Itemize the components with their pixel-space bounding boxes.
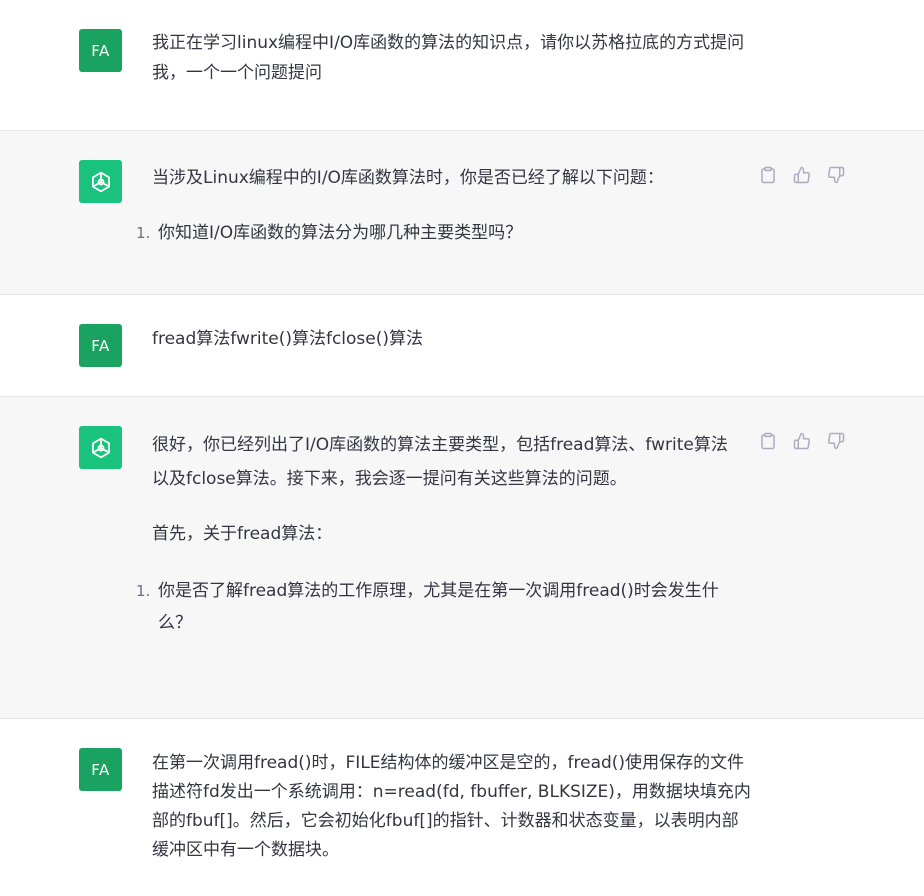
message-text: 我正在学习linux编程中I/O库函数的算法的知识点，请你以苏格拉底的方式提问我… [152, 28, 752, 88]
list-item: 1. 你知道I/O库函数的算法分为哪几种主要类型吗？ [136, 219, 744, 248]
message-actions [756, 429, 848, 453]
clipboard-icon[interactable] [756, 429, 780, 453]
openai-logo-icon [91, 171, 110, 192]
message-text: 在第一次调用fread()时，FILE结构体的缓冲区是空的，fread()使用保… [152, 749, 752, 865]
list-number: 1. [136, 582, 151, 600]
avatar: FA [79, 324, 122, 367]
message-paragraph: 我正在学习linux编程中I/O库函数的算法的知识点，请你以苏格拉底的方式提问我… [152, 33, 745, 83]
message-assistant-1: 当涉及Linux编程中的I/O库函数算法时，你是否已经了解以下问题： 1. 你知… [0, 131, 924, 295]
openai-logo-icon [91, 437, 110, 458]
message-user-1: FA 我正在学习linux编程中I/O库函数的算法的知识点，请你以苏格拉底的方式… [0, 0, 924, 131]
avatar-initials: FA [91, 760, 110, 779]
avatar [79, 426, 122, 469]
list-text: 你是否了解fread算法的工作原理，尤其是在第一次调用fread()时会发生什么… [158, 581, 719, 633]
message-list: 1. 你是否了解fread算法的工作原理，尤其是在第一次调用fread()时会发… [136, 575, 744, 639]
message-text: 当涉及Linux编程中的I/O库函数算法时，你是否已经了解以下问题： 1. 你知… [136, 164, 744, 248]
message-actions [756, 163, 848, 187]
message-user-3: FA 在第一次调用fread()时，FILE结构体的缓冲区是空的，fread()… [0, 719, 924, 896]
list-item: 1. 你是否了解fread算法的工作原理，尤其是在第一次调用fread()时会发… [136, 575, 744, 639]
avatar [79, 160, 122, 203]
thumbs-down-icon[interactable] [824, 163, 848, 187]
thumbs-up-icon[interactable] [790, 163, 814, 187]
clipboard-icon[interactable] [756, 163, 780, 187]
message-user-2: FA fread算法fwrite()算法fclose()算法 [0, 295, 924, 397]
message-paragraph: 当涉及Linux编程中的I/O库函数算法时，你是否已经了解以下问题： [152, 168, 664, 188]
message-paragraph: fread算法fwrite()算法fclose()算法 [152, 329, 423, 349]
message-paragraph: 在第一次调用fread()时，FILE结构体的缓冲区是空的，fread()使用保… [152, 753, 751, 860]
thumbs-up-icon[interactable] [790, 429, 814, 453]
message-text: fread算法fwrite()算法fclose()算法 [152, 324, 744, 354]
message-paragraph: 首先，关于fread算法： [152, 524, 333, 544]
list-number: 1. [136, 224, 151, 242]
chat-thread: FA 我正在学习linux编程中I/O库函数的算法的知识点，请你以苏格拉底的方式… [0, 0, 924, 896]
avatar: FA [79, 29, 122, 72]
avatar-initials: FA [91, 336, 110, 355]
list-text: 你知道I/O库函数的算法分为哪几种主要类型吗？ [158, 223, 523, 243]
avatar: FA [79, 748, 122, 791]
message-text: 很好，你已经列出了I/O库函数的算法主要类型，包括fread算法、fwrite算… [136, 428, 744, 639]
message-assistant-2: 很好，你已经列出了I/O库函数的算法主要类型，包括fread算法、fwrite算… [0, 397, 924, 719]
thumbs-down-icon[interactable] [824, 429, 848, 453]
message-paragraph: 很好，你已经列出了I/O库函数的算法主要类型，包括fread算法、fwrite算… [152, 435, 728, 489]
avatar-initials: FA [91, 41, 110, 60]
message-list: 1. 你知道I/O库函数的算法分为哪几种主要类型吗？ [136, 219, 744, 248]
